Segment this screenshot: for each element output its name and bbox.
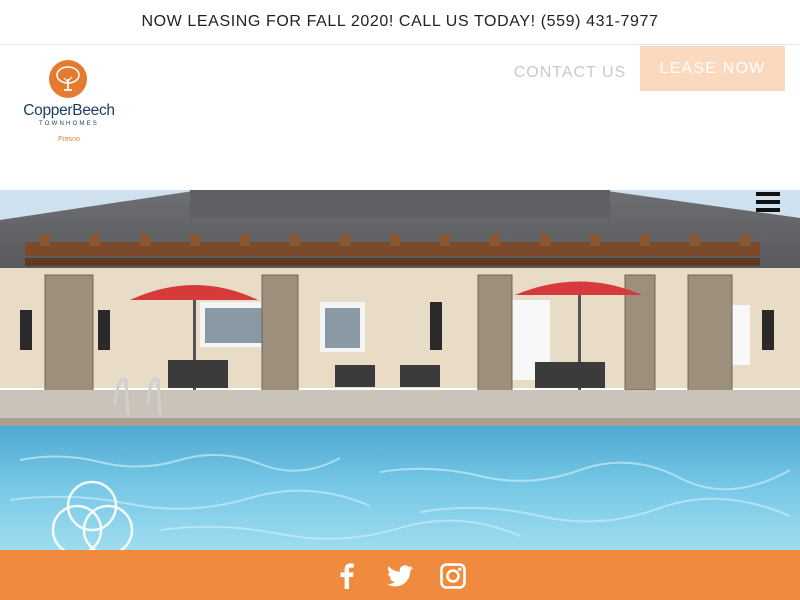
logo-subtitle: TOWNHOMES bbox=[38, 121, 100, 127]
facebook-icon[interactable] bbox=[333, 562, 361, 590]
instagram-icon[interactable] bbox=[439, 562, 467, 590]
hamburger-menu-icon[interactable] bbox=[754, 192, 782, 216]
logo-name: CopperBeech bbox=[23, 102, 115, 119]
contact-us-link[interactable]: CONTACT US bbox=[508, 55, 632, 91]
rings-logo-icon bbox=[51, 480, 134, 556]
lease-now-button[interactable]: LEASE NOW bbox=[640, 46, 785, 91]
logo-city: Fresno bbox=[58, 136, 80, 143]
tree-icon bbox=[49, 60, 87, 98]
site-header: CopperBeech TOWNHOMES Fresno CONTACT US … bbox=[0, 45, 800, 190]
site-logo[interactable]: CopperBeech TOWNHOMES Fresno bbox=[14, 60, 124, 150]
announcement-text: NOW LEASING FOR FALL 2020! CALL US TODAY… bbox=[141, 13, 659, 30]
twitter-icon[interactable] bbox=[386, 562, 414, 590]
site-footer bbox=[0, 550, 800, 600]
announcement-bar: NOW LEASING FOR FALL 2020! CALL US TODAY… bbox=[0, 0, 800, 45]
